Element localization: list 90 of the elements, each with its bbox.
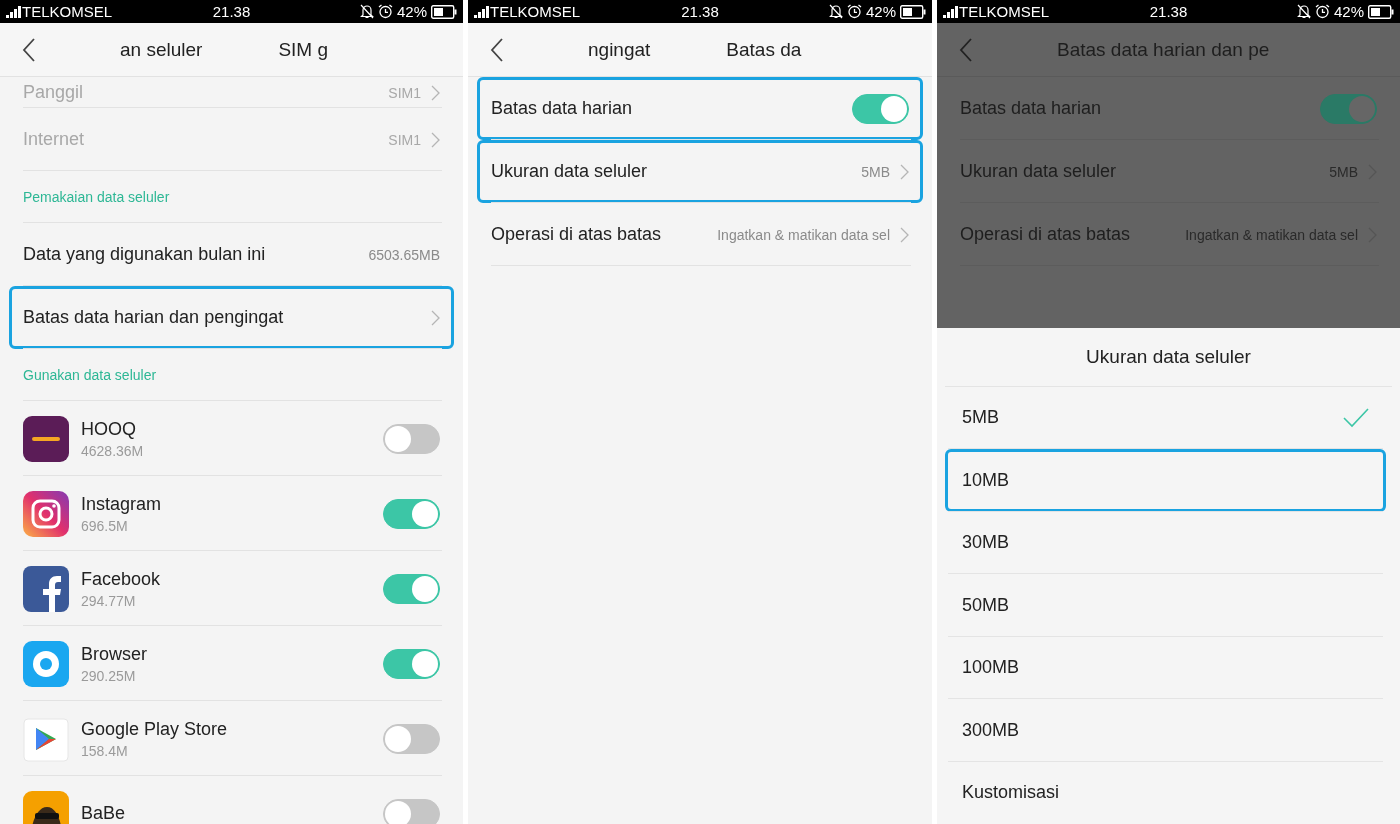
alarm-clock-icon xyxy=(1314,4,1330,19)
app-data-usage: 696.5M xyxy=(81,517,129,534)
muted-bell-icon xyxy=(359,4,374,19)
settings-row[interactable]: Batas data harian dan pengingat xyxy=(9,286,454,349)
app-data-usage: 294.77M xyxy=(81,592,137,609)
setting-label: Ukuran data seluler xyxy=(491,161,648,182)
setting-value: 5MB xyxy=(1329,163,1358,180)
signal-icon xyxy=(6,5,22,18)
app-data-usage: 158.4M xyxy=(81,742,129,759)
clock-time: 21.38 xyxy=(681,3,719,20)
settings-row[interactable]: Operasi di atas batas Ingatkan & matikan data sel xyxy=(477,203,923,266)
setting-value: 5MB xyxy=(861,163,890,180)
size-option[interactable]: 5MB xyxy=(945,386,1386,449)
toggle-switch[interactable] xyxy=(383,573,440,604)
carrier-name: TELKOMSEL xyxy=(22,3,113,20)
camera-app-icon xyxy=(23,490,69,537)
size-option[interactable]: Kustomisasi xyxy=(945,761,1386,824)
app-icon xyxy=(23,415,69,462)
signal-icon xyxy=(943,5,959,18)
setting-value: SIM1 xyxy=(388,131,421,148)
battery-icon xyxy=(900,4,926,19)
chevron-icon xyxy=(431,84,440,101)
size-option[interactable]: 300MB xyxy=(945,699,1386,762)
section-heading: Pemakaian data seluler xyxy=(23,189,170,205)
setting-label: Batas data harian xyxy=(491,98,633,119)
battery-icon xyxy=(431,4,457,19)
clock-time: 21.38 xyxy=(212,3,251,20)
app-data-usage: 4628.36M xyxy=(81,442,144,459)
settings-row[interactable]: Data yang digunakan bulan ini 6503.65MB xyxy=(9,223,454,286)
carrier-name: TELKOMSEL xyxy=(490,3,581,20)
cartoon-app-icon xyxy=(23,790,69,824)
app-name: Browser xyxy=(81,643,147,665)
setting-label: Data yang digunakan bulan ini xyxy=(23,244,266,265)
section-heading: Gunakan data seluler xyxy=(23,367,157,383)
play-app-icon xyxy=(23,715,69,762)
screen-title: Batas da xyxy=(726,38,802,61)
app-name: Google Play Store xyxy=(81,718,228,740)
battery-icon xyxy=(1368,4,1394,19)
clock-time: 21.38 xyxy=(1149,3,1188,20)
size-option[interactable]: 100MB xyxy=(945,636,1386,699)
setting-value: 6503.65MB xyxy=(368,246,440,263)
chevron-icon xyxy=(900,163,909,180)
size-option[interactable]: 50MB xyxy=(945,574,1386,637)
app-name: BaBe xyxy=(81,803,126,824)
browser-app-icon xyxy=(23,640,69,687)
size-option[interactable]: 30MB xyxy=(945,511,1386,574)
settings-row[interactable]: Ukuran data seluler 5MB xyxy=(477,140,923,203)
screen-title: ngingat xyxy=(588,38,651,61)
setting-value: Ingatkan & matikan data sel xyxy=(717,226,890,243)
screen-title: an seluler xyxy=(120,38,203,61)
setting-label: Batas data harian xyxy=(960,98,1102,119)
screen-title: SIM g xyxy=(278,38,328,61)
size-option[interactable]: 10MB xyxy=(945,449,1386,512)
back-icon[interactable] xyxy=(490,37,504,62)
toggle-switch[interactable] xyxy=(383,798,440,824)
battery-percent: 42% xyxy=(1333,3,1364,20)
chevron-icon xyxy=(431,309,440,326)
carrier-name: TELKOMSEL xyxy=(959,3,1050,20)
app-icon xyxy=(23,565,69,612)
toggle-switch[interactable] xyxy=(383,648,440,679)
back-icon[interactable] xyxy=(22,37,36,62)
app-name: Instagram xyxy=(81,493,162,515)
app-data-usage: 290.25M xyxy=(81,667,137,684)
toggle-switch[interactable] xyxy=(383,498,440,529)
alarm-clock-icon xyxy=(846,4,862,19)
toggle-switch[interactable] xyxy=(383,423,440,454)
sheet-title: Ukuran data seluler xyxy=(945,327,1392,387)
switch-row[interactable]: Batas data harian xyxy=(477,77,923,140)
battery-percent: 42% xyxy=(865,3,896,20)
setting-label: Panggil xyxy=(23,82,84,103)
screen-title: Batas data harian dan pe xyxy=(1057,38,1270,61)
app-name: Facebook xyxy=(81,568,161,590)
toggle-switch[interactable] xyxy=(383,723,440,754)
signal-icon xyxy=(474,5,490,18)
setting-value: SIM1 xyxy=(388,84,421,101)
toggle-switch[interactable] xyxy=(852,93,909,124)
alarm-clock-icon xyxy=(377,4,393,19)
muted-bell-icon xyxy=(1296,4,1311,19)
chevron-icon xyxy=(900,226,909,243)
app-name: HOOQ xyxy=(81,418,137,440)
setting-label: Operasi di atas batas xyxy=(491,224,662,245)
setting-value: Ingatkan & matikan data sel xyxy=(1185,226,1358,243)
setting-label: Internet xyxy=(23,129,85,150)
toggle-switch[interactable] xyxy=(1320,93,1377,124)
muted-bell-icon xyxy=(828,4,843,19)
setting-label: Batas data harian dan pengingat xyxy=(23,307,284,328)
setting-label: Operasi di atas batas xyxy=(960,224,1131,245)
chevron-icon xyxy=(431,131,440,148)
battery-percent: 42% xyxy=(396,3,427,20)
setting-label: Ukuran data seluler xyxy=(960,161,1117,182)
